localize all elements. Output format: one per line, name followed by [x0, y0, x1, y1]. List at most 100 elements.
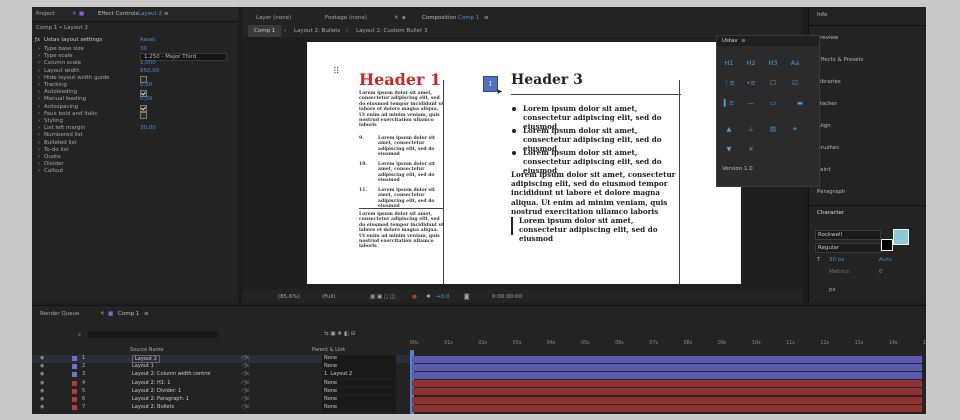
subtab-comp-1[interactable]: Comp 1 [248, 25, 282, 37]
layer-name[interactable]: Layout 2: Bullets [132, 404, 174, 412]
search-icon[interactable]: ⌕ [78, 329, 81, 341]
layer-switches-icon[interactable]: ⁄ ƒx [242, 363, 249, 371]
layer-duration-bar[interactable] [412, 388, 922, 396]
expand-arrow-icon[interactable]: › [38, 111, 40, 118]
expand-arrow-icon[interactable]: › [38, 147, 40, 154]
expand-arrow-icon[interactable]: › [38, 140, 40, 147]
tab-effect-controls[interactable]: Effect Controls [98, 8, 138, 20]
layout-icon[interactable]: ▤ [767, 124, 779, 134]
todo-list-icon[interactable]: ☐ [767, 78, 779, 88]
close-icon[interactable]: ✕ [394, 12, 399, 24]
table-row[interactable]: ◉ 5 Layout 2: Divider: 1 ⁄ ƒx None [32, 387, 410, 396]
expand-arrow-icon[interactable]: › [38, 104, 40, 111]
label-color-swatch[interactable] [72, 364, 77, 370]
layer-name[interactable]: Layout 1 [132, 363, 154, 371]
visibility-icon[interactable]: ◉ [40, 380, 44, 388]
bulleted-list-icon[interactable]: •≡ [745, 78, 757, 88]
label-color-swatch[interactable] [72, 405, 77, 411]
font-family-select[interactable]: Rockwell [815, 230, 881, 240]
tab-comp-1[interactable]: Comp 1 [118, 308, 139, 320]
close-icon[interactable]: ✕ [745, 144, 757, 154]
effect-property-row[interactable]: › Bulleted list [32, 140, 238, 147]
expand-arrow-icon[interactable]: › [38, 82, 40, 89]
effect-property-row[interactable]: › Autospacing [32, 104, 238, 112]
property-value[interactable]: 30,00 [140, 125, 156, 132]
callout-icon[interactable]: ▭ [767, 98, 779, 108]
layer-name[interactable]: Layout 2: H1: 1 [132, 380, 170, 388]
layer-switches-icon[interactable]: ⁄ ƒx [242, 371, 249, 379]
tab-project[interactable]: Project [36, 8, 55, 20]
label-color-swatch[interactable] [72, 372, 77, 378]
effect-property-row[interactable]: › Callout [32, 168, 238, 175]
numbered-list-icon[interactable]: ⋮≡ [723, 78, 735, 88]
effect-property-row[interactable]: › Tracking 0,00 [32, 82, 238, 89]
stroke-unit[interactable]: px [829, 287, 836, 293]
property-value[interactable]: 30 [140, 46, 147, 53]
columns-icon[interactable]: ▬ [789, 98, 811, 108]
effect-property-row[interactable]: › To-do list [32, 147, 238, 154]
move-up-icon[interactable]: ▲ [723, 124, 735, 134]
label-color-swatch[interactable] [72, 388, 77, 394]
h1-button[interactable]: H1 [723, 58, 735, 68]
fill-color-swatch[interactable] [893, 229, 909, 245]
visibility-icon[interactable]: ◉ [40, 396, 44, 404]
effect-property-row[interactable]: › Numbered list [32, 132, 238, 139]
ustav-titlebar[interactable]: Ustav ≡ [717, 36, 819, 46]
parent-select[interactable]: None [322, 355, 396, 363]
parent-select[interactable]: None [322, 396, 396, 404]
panel-effects-presets[interactable]: Effects & Presets [817, 57, 864, 63]
search-input[interactable] [88, 331, 218, 338]
panel-character[interactable]: Character [817, 210, 844, 216]
font-size-value[interactable]: 30 px [829, 257, 845, 263]
layer-name[interactable]: Layout 2 [132, 355, 160, 363]
panel-info[interactable]: Info [817, 12, 827, 18]
subtab-bullets[interactable]: Layout 2: Bullets [294, 25, 340, 37]
move-down-icon[interactable]: ▼ [723, 144, 735, 154]
resolution-select[interactable]: (Full) [322, 291, 336, 303]
zoom-level[interactable]: (85,6%) [278, 291, 300, 303]
layer-switches-icon[interactable]: ⁄ ƒx [242, 404, 249, 412]
tab-composition[interactable]: Composition [422, 12, 456, 24]
layer-name[interactable]: Layout 2: Divider: 1 [132, 388, 181, 396]
subtab-custom-bullet[interactable]: Layout 2: Custom Bullet 3 [356, 25, 427, 37]
property-value[interactable]: 0,00 [140, 96, 152, 103]
property-value[interactable]: 850,00 [140, 68, 159, 75]
effect-property-row[interactable]: › Layout width 850,00 [32, 68, 238, 75]
expand-arrow-icon[interactable]: › [38, 168, 40, 175]
tracking-value[interactable]: 0 [879, 269, 883, 275]
layer-duration-bar[interactable] [412, 396, 922, 404]
visibility-icon[interactable]: ◉ [40, 355, 44, 363]
panel-libraries[interactable]: Libraries [817, 79, 841, 85]
panel-brushes[interactable]: Brushes [817, 145, 839, 151]
lock-icon[interactable]: ▪ [402, 12, 406, 24]
close-icon[interactable]: ✕ [100, 308, 105, 320]
layer-duration-bar[interactable] [412, 404, 922, 412]
effect-target-layer[interactable]: Layout 2 [138, 8, 162, 20]
expand-arrow-icon[interactable]: › [38, 68, 40, 75]
expand-arrow-icon[interactable]: › [38, 46, 40, 53]
layer-switches-icon[interactable]: ⁄ ƒx [242, 388, 249, 396]
checkbox-list-icon[interactable]: ☑ [789, 78, 801, 88]
fx-header-row[interactable]: ƒx Ustav layout settings Reset [32, 37, 238, 44]
table-row[interactable]: ◉ 7 Layout 2: Bullets ⁄ ƒx None [32, 404, 410, 412]
layer-duration-bar[interactable] [412, 371, 922, 379]
expand-arrow-icon[interactable]: › [38, 132, 40, 139]
effect-property-row[interactable]: › List left margin 30,00 [32, 125, 238, 132]
visibility-icon[interactable]: ◉ [40, 371, 44, 379]
panel-menu-icon[interactable]: ≡ [144, 308, 149, 320]
layer-duration-bar[interactable] [412, 363, 922, 371]
effect-property-row[interactable]: › Faux bold and italic [32, 111, 238, 119]
expand-arrow-icon[interactable]: › [38, 125, 40, 132]
exposure-value[interactable]: +0,0 [436, 291, 449, 303]
property-value[interactable]: 0,00 [140, 82, 152, 89]
layer-duration-bar[interactable] [412, 355, 922, 363]
timeline-tools-icon[interactable]: ⇆ ▣ ❖ ◧ ⊟ [324, 328, 356, 340]
panel-preview[interactable]: Preview [817, 35, 838, 41]
table-row[interactable]: ◉ 1 Layout 2 ⁄ ƒx None [32, 355, 410, 363]
effect-property-row[interactable]: › Quote [32, 154, 238, 161]
expand-arrow-icon[interactable]: › [38, 75, 40, 82]
table-row[interactable]: ◉ 3 Layout 2: Column width control ⁄ ƒx 1. L… [32, 371, 410, 379]
drag-handle-icon[interactable]: ⠿ [333, 68, 340, 77]
panel-menu-icon[interactable]: ≡ [741, 38, 746, 44]
leading-value[interactable]: Auto [879, 257, 892, 263]
